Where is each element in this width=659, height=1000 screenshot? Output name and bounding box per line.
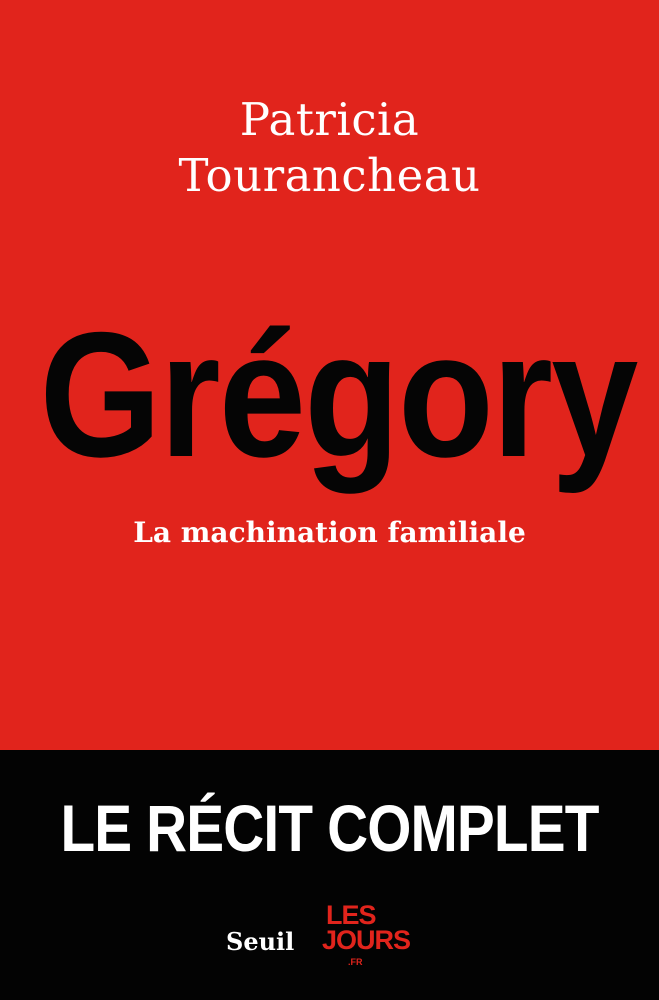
les-jours-logo-line2: JOURS bbox=[322, 925, 411, 955]
bottom-band: LE RÉCIT COMPLET Seuil LES JOURS .FR bbox=[0, 750, 659, 1000]
author-first-name: Patricia bbox=[239, 93, 420, 146]
les-jours-logo: LES JOURS .FR bbox=[320, 900, 411, 980]
author-name: Patricia Tourancheau bbox=[0, 92, 659, 204]
book-cover: Patricia Tourancheau Grégory La machinat… bbox=[0, 0, 659, 1000]
band-headline: LE RÉCIT COMPLET bbox=[60, 791, 599, 865]
book-subtitle: La machination familiale bbox=[133, 516, 526, 549]
book-title: Grégory bbox=[39, 295, 639, 494]
author-last-name: Tourancheau bbox=[178, 149, 481, 202]
publisher-logo: Seuil bbox=[226, 927, 295, 956]
les-jours-logo-suffix: .FR bbox=[348, 957, 363, 967]
